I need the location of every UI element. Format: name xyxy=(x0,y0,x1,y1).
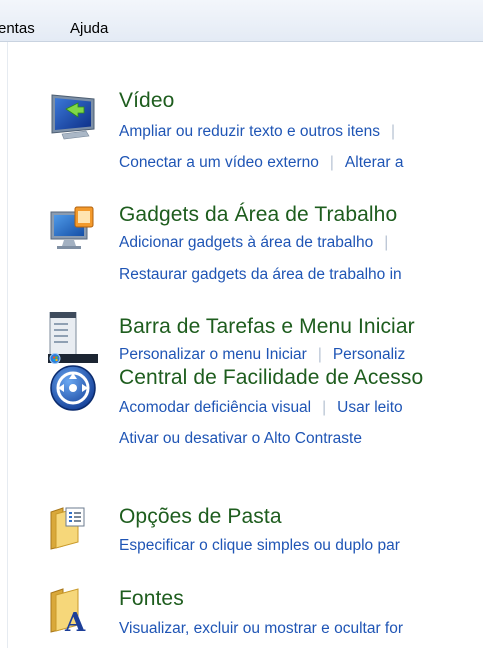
taskbar-start-menu-icon[interactable] xyxy=(48,311,98,364)
category-gadgets-line-1: Adicionar gadgets à área de trabalho | xyxy=(119,234,399,252)
link-personalizar-menu-iniciar[interactable]: Personalizar o menu Iniciar xyxy=(119,346,307,363)
menu-bar: entas Ajuda xyxy=(0,0,483,42)
link-restaurar-gadgets[interactable]: Restaurar gadgets da área de trabalho in xyxy=(119,266,402,283)
link-personalizar-barra[interactable]: Personaliz xyxy=(333,346,405,363)
category-fonts-title[interactable]: Fontes xyxy=(119,587,184,611)
category-folder-options-line-1: Especificar o clique simples ou duplo pa… xyxy=(119,537,400,555)
link-alterar-resolucao[interactable]: Alterar a xyxy=(345,154,404,171)
fonts-folder-icon[interactable]: A xyxy=(48,585,98,638)
ease-of-access-icon[interactable] xyxy=(48,363,98,413)
monitor-icon[interactable] xyxy=(48,91,98,141)
link-ampliar-reduzir-texto[interactable]: Ampliar ou reduzir texto e outros itens xyxy=(119,123,380,140)
separator: | xyxy=(384,234,389,251)
link-conectar-video-externo[interactable]: Conectar a um vídeo externo xyxy=(119,154,319,171)
category-ease-line-2: Ativar ou desativar o Alto Contraste xyxy=(119,430,362,448)
folder-options-icon[interactable] xyxy=(48,502,98,552)
link-acomodar-deficiencia-visual[interactable]: Acomodar deficiência visual xyxy=(119,399,311,416)
link-visualizar-excluir-fontes[interactable]: Visualizar, excluir ou mostrar e ocultar… xyxy=(119,620,403,637)
svg-text:A: A xyxy=(64,608,86,635)
category-gadgets-line-2: Restaurar gadgets da área de trabalho in xyxy=(119,266,402,284)
category-video-line-2: Conectar a um vídeo externo | Alterar a xyxy=(119,154,404,172)
separator: | xyxy=(322,399,327,416)
separator: | xyxy=(317,346,322,363)
category-video-title[interactable]: Vídeo xyxy=(119,89,174,113)
category-gadgets-title[interactable]: Gadgets da Área de Trabalho xyxy=(119,203,397,227)
link-adicionar-gadgets[interactable]: Adicionar gadgets à área de trabalho xyxy=(119,234,373,251)
menu-ferramentas[interactable]: entas xyxy=(0,20,35,37)
category-taskbar-line-1: Personalizar o menu Iniciar | Personaliz xyxy=(119,346,405,364)
link-clique-simples-duplo[interactable]: Especificar o clique simples ou duplo pa… xyxy=(119,537,400,554)
category-ease-of-access-title[interactable]: Central de Facilidade de Acesso xyxy=(119,366,423,390)
panel-divider xyxy=(7,42,8,648)
category-taskbar-title[interactable]: Barra de Tarefas e Menu Iniciar xyxy=(119,315,415,339)
separator: | xyxy=(329,154,334,171)
separator: | xyxy=(391,123,396,140)
category-video-line-1: Ampliar ou reduzir texto e outros itens | xyxy=(119,123,406,141)
category-folder-options-title[interactable]: Opções de Pasta xyxy=(119,505,282,529)
link-alto-contraste[interactable]: Ativar ou desativar o Alto Contraste xyxy=(119,430,362,447)
link-usar-leitor-tela[interactable]: Usar leito xyxy=(337,399,402,416)
category-fonts-line-1: Visualizar, excluir ou mostrar e ocultar… xyxy=(119,620,403,638)
desktop-gadgets-icon[interactable] xyxy=(48,203,98,253)
menu-ajuda[interactable]: Ajuda xyxy=(70,20,108,37)
category-ease-line-1: Acomodar deficiência visual | Usar leito xyxy=(119,399,403,417)
